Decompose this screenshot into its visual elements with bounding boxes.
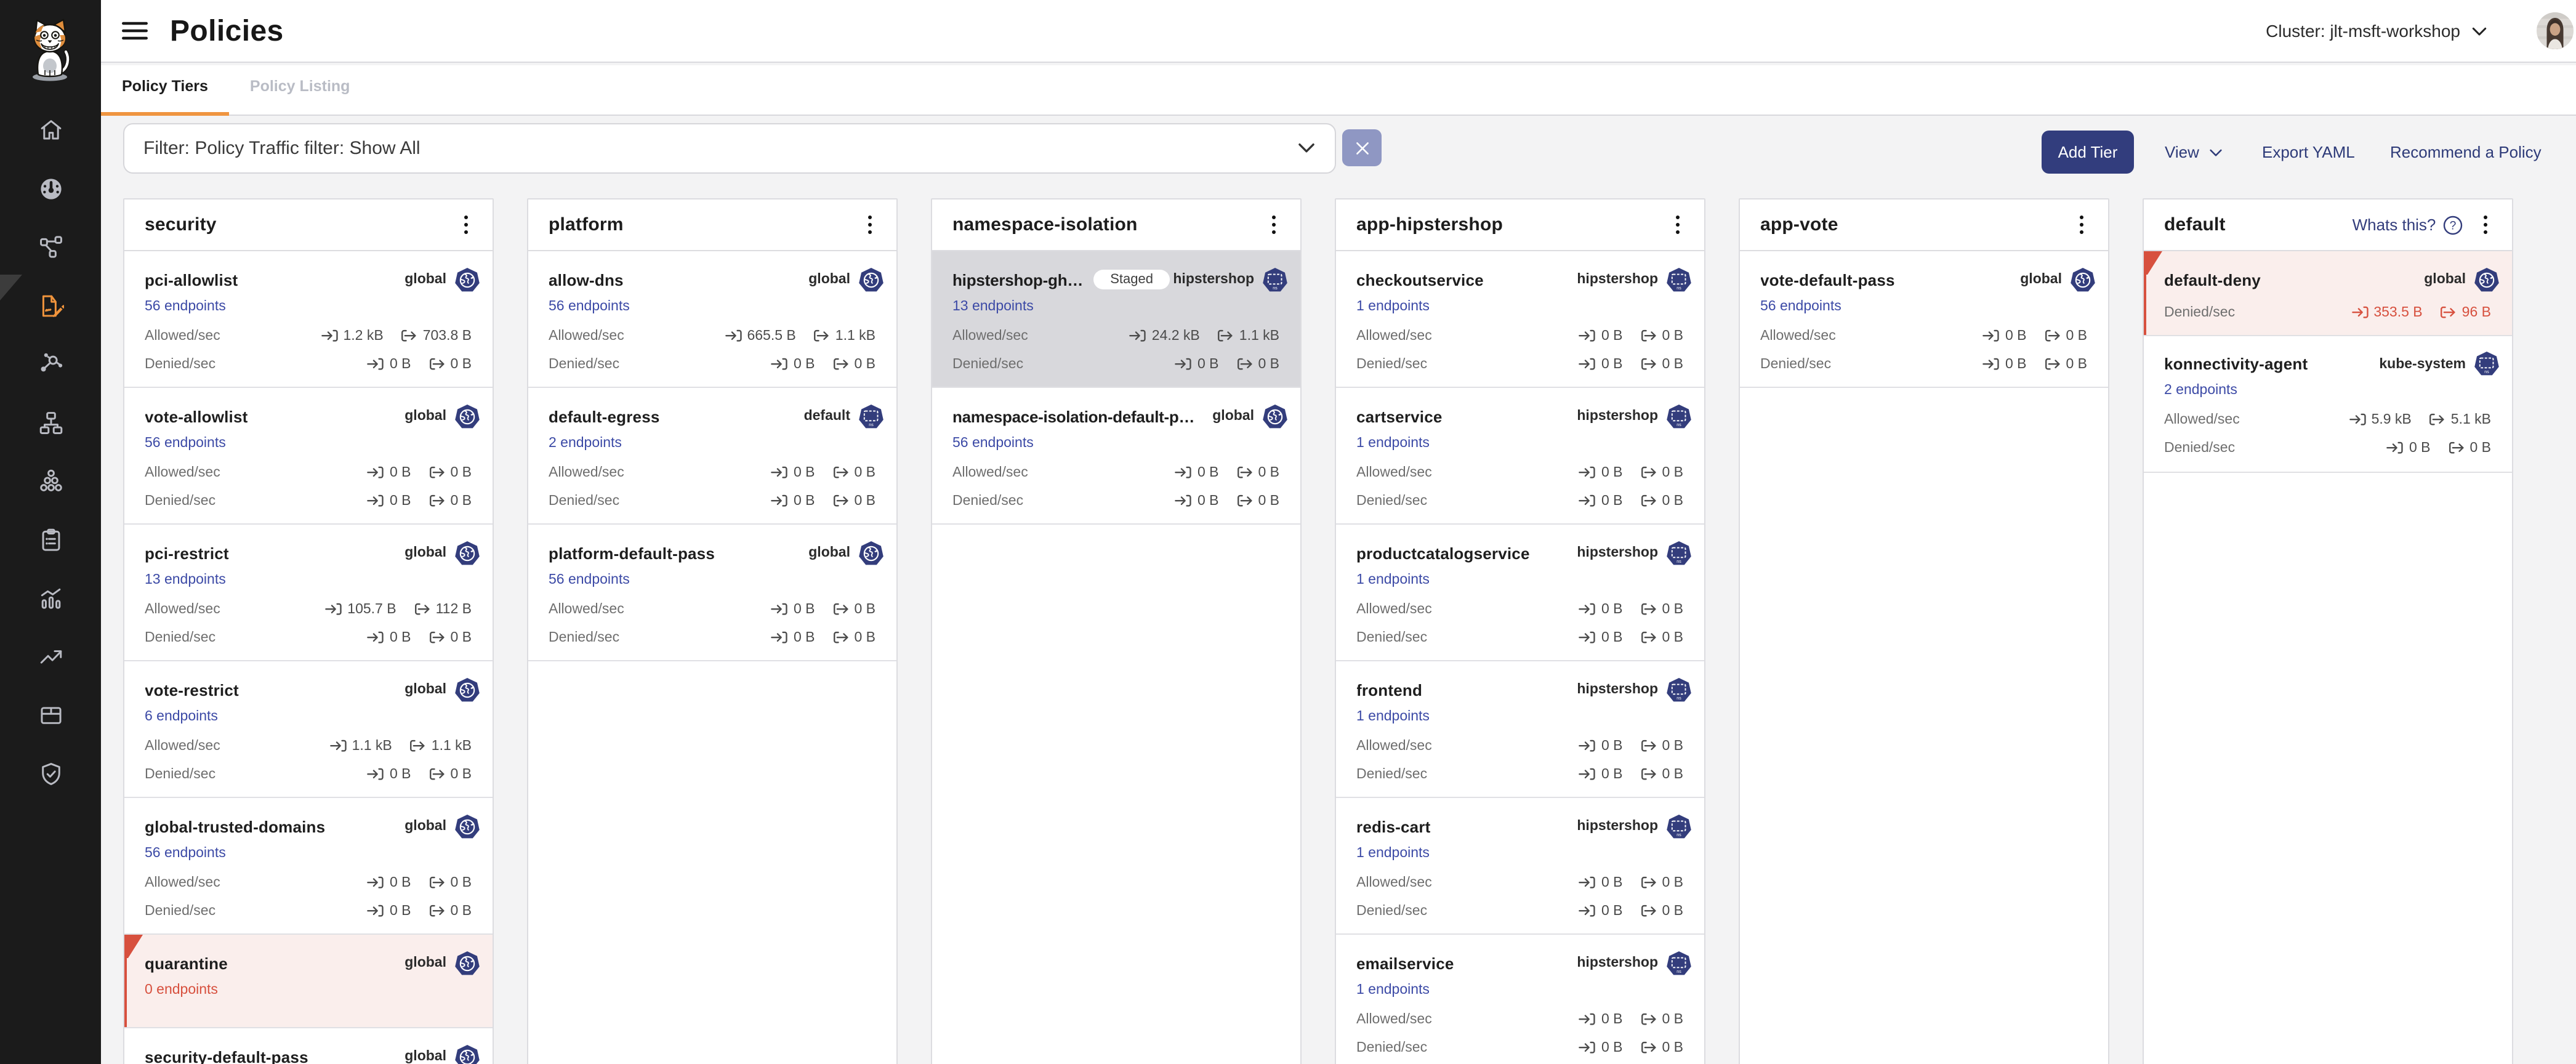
svg-text:ns: ns [868,422,873,427]
svg-text:ns: ns [1676,696,1681,700]
svg-text:ns: ns [1676,286,1681,290]
svg-text:ns: ns [1676,422,1681,427]
svg-text:ns: ns [1676,969,1681,973]
svg-text:ns: ns [1676,559,1681,563]
svg-text:?: ? [2449,219,2456,232]
svg-text:ns: ns [1272,286,1277,290]
svg-text:ns: ns [2484,370,2489,374]
svg-text:ns: ns [1676,832,1681,837]
